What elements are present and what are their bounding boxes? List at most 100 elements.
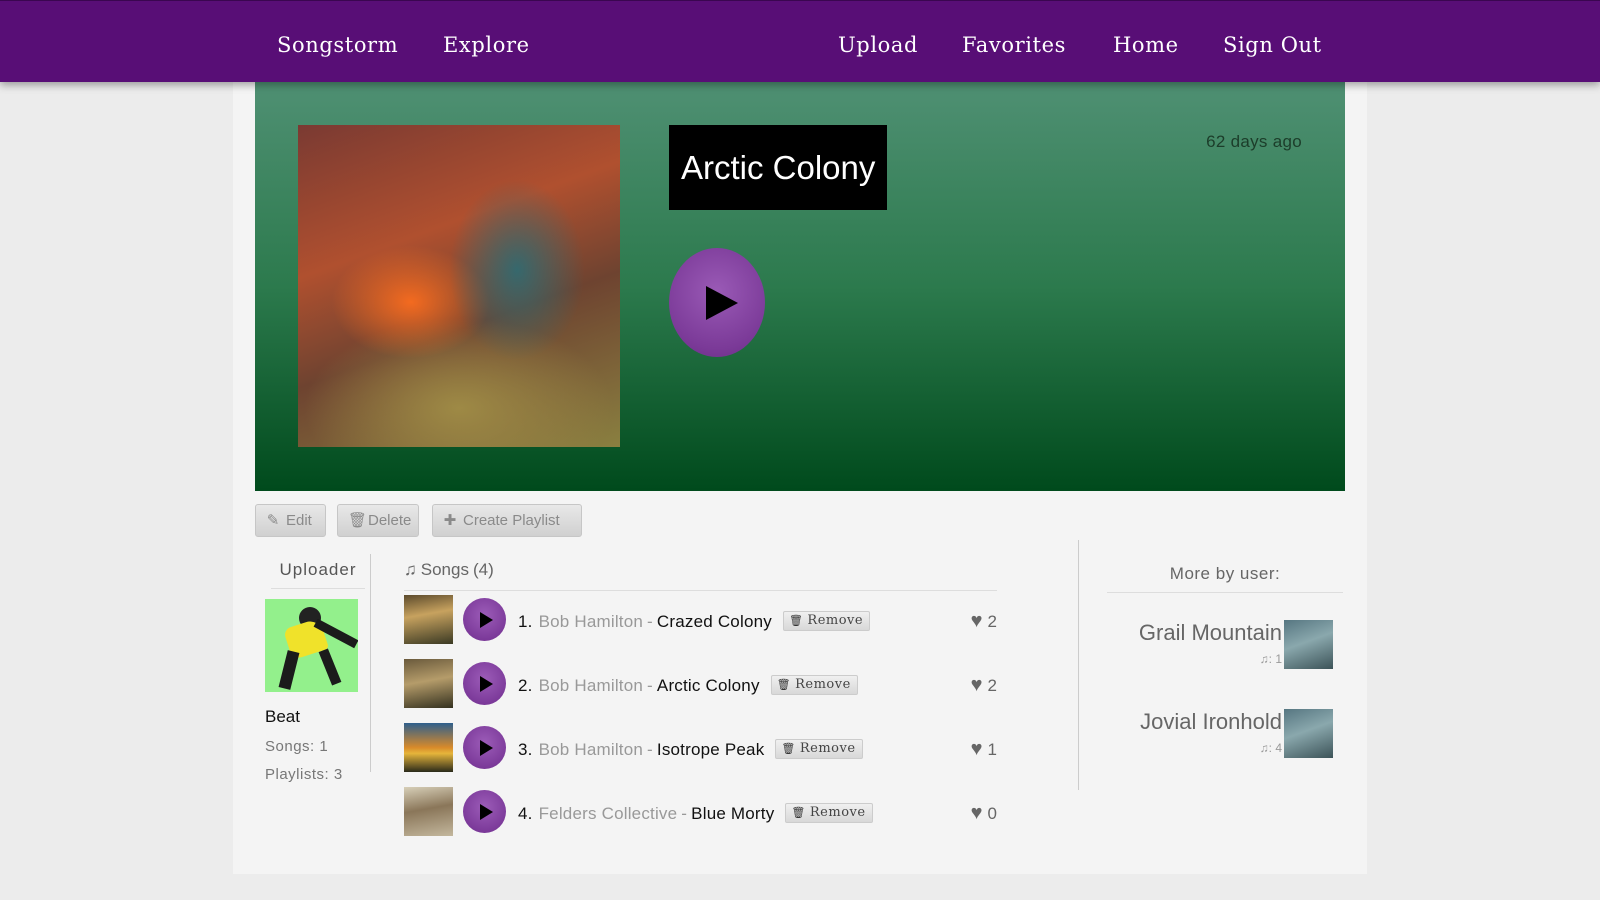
nav-explore[interactable]: Explore — [443, 32, 530, 58]
remove-song-button[interactable]: 🗑 Remove — [770, 675, 858, 695]
create-playlist-button[interactable]: ✚ Create Playlist — [432, 504, 582, 537]
more-playlist-song-count: ♫: 1 — [1259, 652, 1282, 666]
nav-upload[interactable]: Upload — [838, 32, 918, 58]
music-note-icon: ♫ — [1259, 652, 1269, 666]
like-count: 2 — [987, 612, 997, 631]
music-note-icon: ♫ — [404, 560, 417, 579]
more-playlist-thumbnail[interactable] — [1284, 709, 1333, 758]
uploader-heading: Uploader — [271, 560, 365, 589]
song-row: 3. Bob Hamilton - Isotrope Peak 🗑 Remove ♥ 1 — [404, 723, 997, 773]
remove-label: Remove — [807, 613, 864, 628]
remove-song-button[interactable]: 🗑 Remove — [782, 611, 871, 631]
song-thumbnail — [404, 595, 453, 644]
remove-song-button[interactable]: 🗑 Remove — [775, 739, 863, 759]
uploader-playlists-count: Playlists: 3 — [265, 766, 343, 783]
more-playlist-count-value: 1 — [1275, 652, 1282, 666]
more-playlist-name[interactable]: Grail Mountain — [1139, 620, 1282, 646]
plus-icon: ✚ — [443, 512, 457, 529]
song-separator: - — [647, 612, 653, 631]
playlist-title: Arctic Colony — [669, 125, 888, 210]
uploader-name[interactable]: Beat — [265, 707, 300, 727]
song-artist[interactable]: Bob Hamilton — [539, 676, 643, 695]
delete-button[interactable]: 🗑Delete — [337, 504, 419, 537]
song-likes: ♥ 2 — [971, 610, 997, 633]
song-thumbnail — [404, 659, 453, 708]
create-playlist-label: Create Playlist — [463, 512, 560, 529]
song-info: 2. Bob Hamilton - Arctic Colony 🗑 Remove — [518, 675, 858, 696]
uploader-divider — [370, 554, 371, 772]
play-icon — [480, 612, 493, 628]
song-number: 2. — [518, 676, 533, 695]
more-playlist-thumbnail[interactable] — [1284, 620, 1333, 669]
more-playlist-name[interactable]: Jovial Ironhold — [1140, 709, 1282, 735]
remove-song-button[interactable]: 🗑 Remove — [785, 803, 873, 823]
music-note-icon: ♫ — [1259, 741, 1269, 755]
more-playlist-item[interactable]: Jovial Ironhold ♫: 4 — [1107, 709, 1343, 759]
remove-label: Remove — [799, 741, 856, 756]
song-artist[interactable]: Bob Hamilton — [539, 612, 643, 631]
playlist-cover-art — [298, 125, 620, 447]
play-icon — [480, 676, 493, 692]
more-by-user-heading: More by user: — [1107, 564, 1343, 593]
nav-home[interactable]: Home — [1113, 32, 1179, 58]
song-separator: - — [681, 804, 688, 823]
play-icon — [480, 740, 493, 756]
song-title[interactable]: Arctic Colony — [657, 676, 760, 695]
song-likes: ♥ 0 — [971, 802, 997, 825]
songs-count: (4) — [472, 560, 494, 579]
song-title[interactable]: Blue Morty — [691, 804, 774, 823]
song-number: 3. — [518, 740, 533, 759]
remove-label: Remove — [809, 805, 866, 820]
song-title[interactable]: Isotrope Peak — [657, 740, 765, 759]
more-playlist-item[interactable]: Grail Mountain ♫: 1 — [1107, 620, 1343, 670]
uploader-avatar[interactable] — [265, 599, 358, 692]
play-song-button[interactable] — [463, 662, 506, 705]
uploader-songs-count: Songs: 1 — [265, 738, 329, 755]
song-title[interactable]: Crazed Colony — [657, 612, 772, 631]
brand-link[interactable]: Songstorm — [277, 32, 398, 58]
song-artist[interactable]: Bob Hamilton — [539, 740, 643, 759]
song-separator: - — [647, 740, 653, 759]
heart-icon[interactable]: ♥ — [971, 674, 983, 696]
play-playlist-button[interactable] — [669, 248, 765, 357]
songs-heading-label: Songs — [420, 560, 469, 579]
nav-favorites[interactable]: Favorites — [962, 32, 1066, 58]
edit-button[interactable]: ✎ Edit — [255, 504, 326, 537]
songs-heading: ♫ Songs (4) — [404, 560, 997, 591]
play-song-button[interactable] — [463, 790, 506, 833]
like-count: 1 — [987, 740, 997, 759]
song-thumbnail — [404, 787, 453, 836]
remove-label: Remove — [795, 677, 851, 692]
nav-sign-out[interactable]: Sign Out — [1223, 32, 1322, 58]
trash-icon: 🗑 — [776, 678, 792, 691]
play-song-button[interactable] — [463, 598, 506, 641]
song-separator: - — [647, 676, 653, 695]
play-song-button[interactable] — [463, 726, 506, 769]
song-info: 3. Bob Hamilton - Isotrope Peak 🗑 Remove — [518, 739, 863, 760]
more-playlist-song-count: ♫: 4 — [1259, 741, 1282, 755]
heart-icon[interactable]: ♥ — [971, 738, 983, 760]
song-info: 4. Felders Collective - Blue Morty 🗑 Remove — [518, 803, 873, 824]
trash-icon: 🗑 — [791, 806, 806, 819]
song-thumbnail — [404, 723, 453, 772]
like-count: 0 — [987, 804, 997, 823]
song-number: 1. — [518, 612, 533, 631]
more-divider — [1078, 540, 1079, 790]
delete-label: Delete — [368, 512, 412, 529]
play-icon — [480, 804, 493, 820]
more-playlist-count-value: 4 — [1275, 741, 1282, 755]
song-artist[interactable]: Felders Collective — [539, 804, 678, 823]
trash-icon: 🗑 — [788, 614, 804, 627]
heart-icon[interactable]: ♥ — [971, 802, 983, 824]
top-navbar: Songstorm Explore Upload Favorites Home … — [0, 0, 1600, 82]
song-info: 1. Bob Hamilton - Crazed Colony 🗑 Remove — [518, 611, 871, 632]
trash-icon: 🗑 — [781, 742, 796, 755]
song-likes: ♥ 1 — [971, 738, 997, 761]
edit-icon: ✎ — [266, 512, 280, 529]
song-row: 2. Bob Hamilton - Arctic Colony 🗑 Remove ♥ 2 — [404, 659, 997, 709]
trash-icon: 🗑 — [348, 512, 368, 529]
edit-label: Edit — [286, 512, 312, 529]
playlist-hero: Arctic Colony 62 days ago — [255, 82, 1345, 491]
song-row: 4. Felders Collective - Blue Morty 🗑 Remove ♥… — [404, 787, 997, 837]
heart-icon[interactable]: ♥ — [971, 610, 983, 632]
